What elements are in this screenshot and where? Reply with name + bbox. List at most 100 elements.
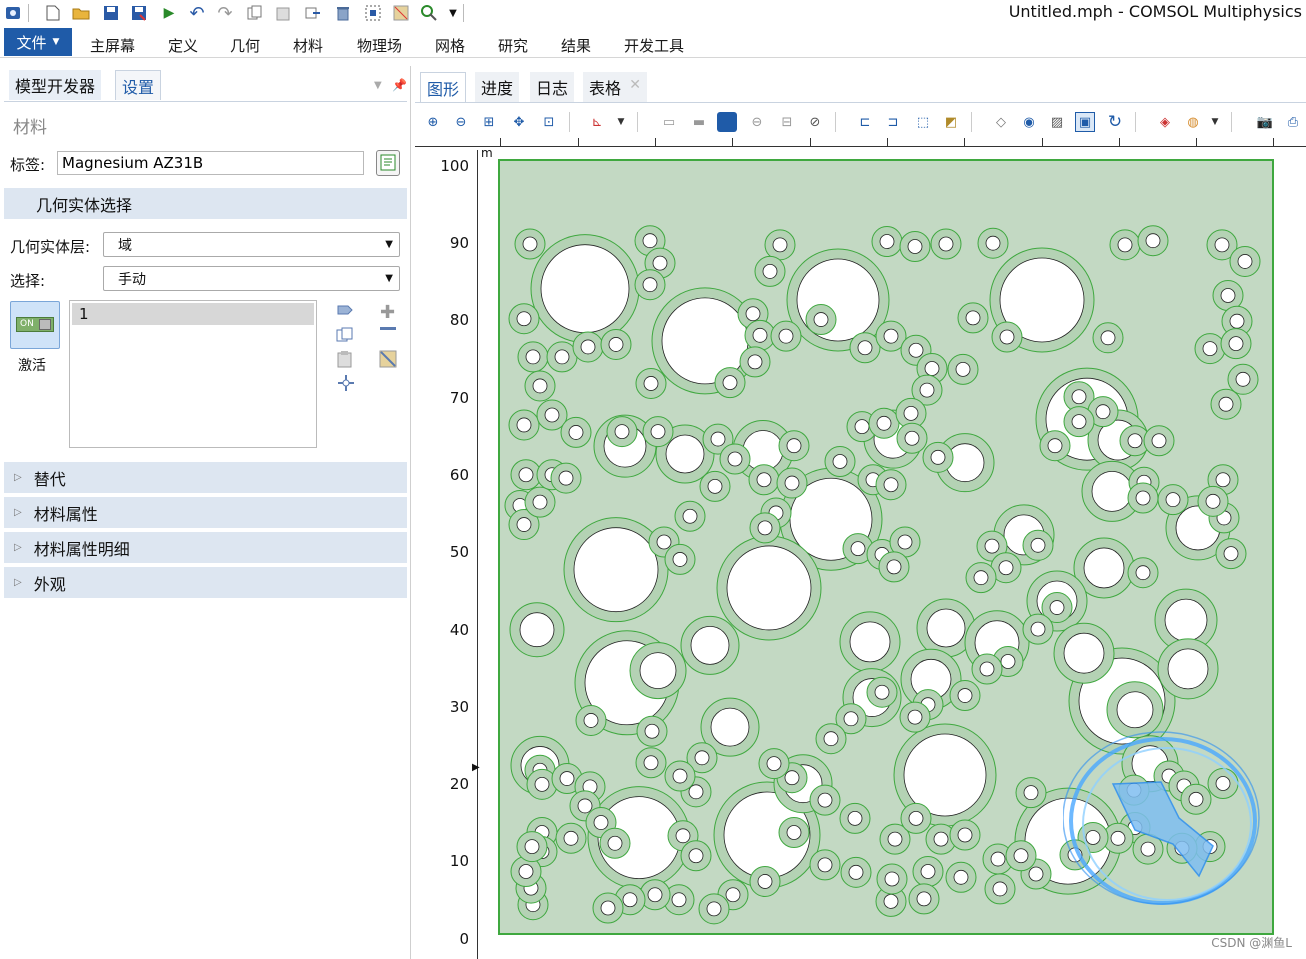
paste-icon[interactable] bbox=[336, 350, 354, 372]
hide-icon[interactable]: ⊏ bbox=[855, 112, 875, 132]
tab-graphics[interactable]: 图形 bbox=[420, 72, 467, 102]
ribbon-tab-developer[interactable]: 开发工具 bbox=[624, 35, 684, 56]
chevron-down-icon[interactable]: ▼ bbox=[374, 80, 382, 91]
clear-selection-icon[interactable] bbox=[379, 350, 397, 372]
view-icon[interactable]: ◉ bbox=[1019, 112, 1039, 132]
geometric-entity-section[interactable]: 几何实体选择 bbox=[4, 188, 407, 219]
pore-circle bbox=[854, 419, 870, 435]
pore-circle bbox=[1135, 565, 1151, 581]
color-palette-icon[interactable]: ◍ bbox=[1183, 112, 1203, 132]
selection-list[interactable]: 1 bbox=[69, 300, 317, 448]
zoom-in-icon[interactable]: ⊕ bbox=[423, 112, 443, 132]
y-tick-label: 0 bbox=[459, 930, 469, 948]
tab-model-builder[interactable]: 模型开发器 bbox=[9, 70, 102, 100]
material-properties-title: 材料属性 bbox=[33, 504, 98, 524]
pore-circle bbox=[518, 864, 534, 879]
paste-icon[interactable] bbox=[274, 4, 292, 22]
tab-log[interactable]: 日志 bbox=[530, 72, 575, 102]
ribbon-tab-materials[interactable]: 材料 bbox=[293, 35, 323, 56]
pore-circle bbox=[710, 431, 726, 447]
pore-circle bbox=[516, 311, 532, 327]
close-icon[interactable]: ✕ bbox=[629, 77, 641, 93]
scene-light-icon[interactable]: ▣ bbox=[1075, 112, 1095, 132]
chevron-down-icon[interactable]: ▼ bbox=[1205, 112, 1225, 132]
add-icon[interactable]: ✚ bbox=[380, 302, 395, 323]
clear-selection-icon[interactable]: ⊘ bbox=[805, 112, 825, 132]
copy-selection-icon[interactable] bbox=[336, 327, 354, 347]
list-item[interactable]: 1 bbox=[72, 303, 314, 325]
deselect-icon[interactable]: ◩ bbox=[941, 112, 961, 132]
camera-icon[interactable]: 📷 bbox=[1255, 112, 1275, 132]
new-file-icon[interactable] bbox=[44, 4, 62, 22]
pore-circle bbox=[1235, 371, 1251, 387]
select-box-icon[interactable] bbox=[364, 4, 382, 22]
pore-circle bbox=[688, 784, 704, 800]
reset-view-icon[interactable]: ↻ bbox=[1105, 112, 1125, 132]
ribbon-tab-results[interactable]: 结果 bbox=[561, 35, 591, 56]
show-icon[interactable]: ⊐ bbox=[883, 112, 903, 132]
material-contents-section[interactable]: ▷ 材料属性明细 bbox=[4, 532, 407, 563]
pore-circle bbox=[568, 425, 584, 440]
run-icon[interactable]: ▶ bbox=[160, 4, 178, 22]
geom-level-select[interactable]: 域 ▼ bbox=[103, 232, 400, 257]
ribbon-tab-definitions[interactable]: 定义 bbox=[168, 35, 198, 56]
ribbon-tab-study[interactable]: 研究 bbox=[498, 35, 528, 56]
pore-circle bbox=[608, 337, 624, 352]
print-icon[interactable]: ⎙ bbox=[1283, 112, 1303, 132]
remove-icon[interactable] bbox=[380, 327, 396, 330]
select-box-icon[interactable]: ⬚ bbox=[913, 112, 933, 132]
clear-selection-icon[interactable] bbox=[392, 4, 410, 22]
axis-orientation-icon[interactable]: ⊾ bbox=[587, 112, 607, 132]
delete-icon[interactable] bbox=[334, 4, 352, 22]
zoom-selected-icon[interactable]: ✥ bbox=[509, 112, 529, 132]
selection-select[interactable]: 手动 ▼ bbox=[103, 266, 400, 291]
select-objects-icon[interactable]: ▭ bbox=[659, 112, 679, 132]
tab-table[interactable]: 表格 ✕ bbox=[583, 72, 648, 102]
material-properties-section[interactable]: ▷ 材料属性 bbox=[4, 497, 407, 528]
ribbon-tab-mesh[interactable]: 网格 bbox=[435, 35, 465, 56]
render-icon[interactable]: ◈ bbox=[1155, 112, 1175, 132]
chevron-down-icon[interactable]: ▼ bbox=[444, 4, 462, 22]
chevron-down-icon[interactable]: ▼ bbox=[611, 112, 631, 132]
zoom-extents-icon[interactable]: ⊡ bbox=[539, 112, 559, 132]
redo-icon[interactable]: ↷ bbox=[216, 3, 234, 24]
undo-icon[interactable]: ↶ bbox=[188, 3, 206, 24]
pore-circle bbox=[907, 709, 923, 725]
save-as-icon[interactable] bbox=[130, 4, 148, 22]
transparency-icon[interactable]: ▨ bbox=[1047, 112, 1067, 132]
activate-toggle-button[interactable]: ON bbox=[10, 301, 60, 349]
tab-settings[interactable]: 设置 bbox=[115, 70, 162, 100]
zoom-out-icon[interactable]: ⊖ bbox=[451, 112, 471, 132]
ribbon-tab-home[interactable]: 主屏幕 bbox=[90, 35, 135, 56]
ribbon-tab-physics[interactable]: 物理场 bbox=[357, 35, 402, 56]
override-section[interactable]: ▷ 替代 bbox=[4, 462, 407, 493]
pore-circle bbox=[843, 711, 859, 727]
open-folder-icon[interactable] bbox=[72, 4, 90, 22]
pore-circle bbox=[1167, 648, 1209, 690]
tab-progress[interactable]: 进度 bbox=[475, 72, 520, 102]
select-boundaries-icon[interactable] bbox=[717, 112, 737, 132]
save-icon[interactable] bbox=[102, 4, 120, 22]
wireframe-icon[interactable]: ◇ bbox=[991, 112, 1011, 132]
pore-circle bbox=[1135, 490, 1151, 506]
pore-circle bbox=[1215, 472, 1231, 488]
select-domains-icon[interactable]: ▬ bbox=[689, 112, 709, 132]
zoom-find-icon[interactable] bbox=[420, 4, 438, 22]
zoom-to-selection-icon[interactable] bbox=[337, 374, 355, 396]
zoom-box-icon[interactable]: ⊞ bbox=[479, 112, 499, 132]
label-input[interactable] bbox=[57, 151, 364, 175]
label-edit-button[interactable] bbox=[376, 150, 400, 176]
separator bbox=[835, 112, 836, 132]
file-menu-button[interactable]: 文件 ▼ bbox=[4, 28, 72, 56]
pin-icon[interactable]: 📌 bbox=[392, 78, 407, 92]
y-tick-label: 40 bbox=[449, 621, 469, 639]
copy-icon[interactable] bbox=[246, 4, 264, 22]
select-points-icon[interactable]: ⊟ bbox=[777, 112, 797, 132]
pore-circle bbox=[607, 835, 623, 851]
select-edges-icon[interactable]: ⊖ bbox=[747, 112, 767, 132]
duplicate-icon[interactable] bbox=[304, 4, 322, 22]
appearance-section[interactable]: ▷ 外观 bbox=[4, 567, 407, 598]
ribbon-tab-geometry[interactable]: 几何 bbox=[230, 35, 260, 56]
paste-selection-icon[interactable] bbox=[336, 304, 354, 324]
y-tick-label: 90 bbox=[449, 234, 469, 252]
